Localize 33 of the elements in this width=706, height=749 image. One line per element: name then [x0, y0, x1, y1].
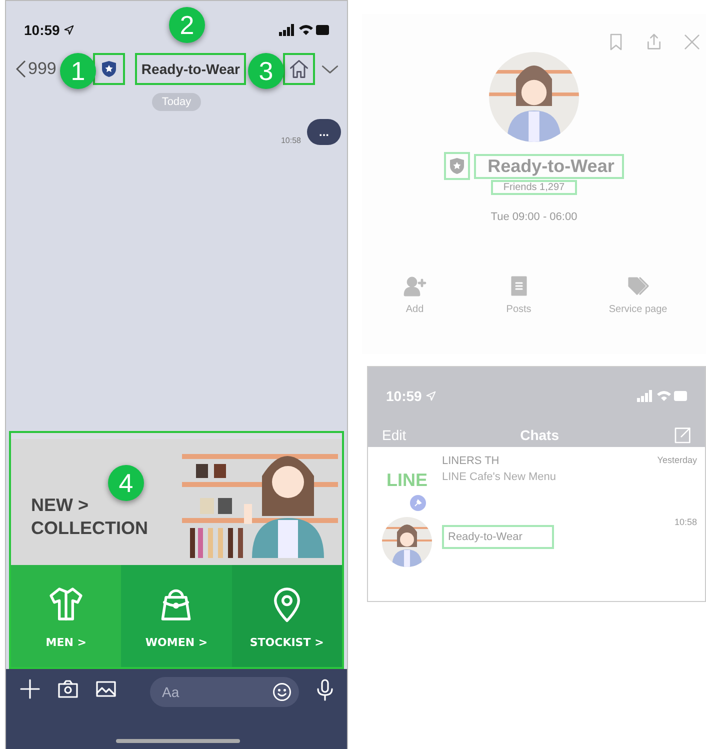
menu-tile[interactable]: MEN > — [11, 565, 122, 667]
callout-number: 1 — [60, 53, 96, 89]
back-button[interactable]: 999 — [16, 59, 56, 79]
chat-list-item[interactable]: Ready-to-Wear 10:58 — [368, 509, 705, 571]
friends-count: Friends 1,297 — [491, 180, 577, 195]
edit-button[interactable]: Edit — [382, 427, 406, 443]
line-logo: LINE — [382, 455, 432, 505]
menu-tile[interactable]: WOMEN > — [121, 565, 232, 667]
message-input[interactable]: Aa — [150, 677, 299, 707]
unread-count: 999 — [28, 59, 56, 79]
banner-text: NEW > — [31, 495, 89, 516]
business-hours: Tue 09:00 - 06:00 — [490, 211, 578, 223]
chat-name: Ready-to-Wear — [442, 525, 554, 549]
status-time: 10:59 — [24, 22, 60, 38]
profile-name: Ready-to-Wear — [474, 154, 624, 178]
chat-name: LINERS TH — [442, 455, 500, 467]
message-bubble: ... — [306, 119, 341, 145]
chat-time: 10:58 — [674, 517, 697, 527]
profile-action[interactable]: Posts — [500, 273, 538, 316]
profile-action[interactable]: Service page — [602, 273, 674, 316]
menu-tile[interactable]: STOCKIST > — [232, 565, 342, 667]
chat-title: Ready-to-Wear — [135, 53, 246, 85]
chats-title: Chats — [520, 427, 560, 443]
profile-action[interactable]: Add — [394, 273, 435, 316]
date-chip: Today — [152, 93, 202, 111]
callout-number: 3 — [248, 53, 284, 89]
chat-list-item[interactable]: LINE LINERS TH LINE Cafe's New Menu Yesterday — [368, 447, 705, 509]
chat-preview: LINE Cafe's New Menu — [442, 471, 557, 483]
message-time: 10:58 — [280, 136, 301, 145]
chat-time: Yesterday — [657, 455, 697, 465]
banner-text: COLLECTION — [31, 518, 148, 539]
callout-number: 2 — [169, 7, 205, 43]
status-time: 10:59 — [386, 388, 422, 404]
